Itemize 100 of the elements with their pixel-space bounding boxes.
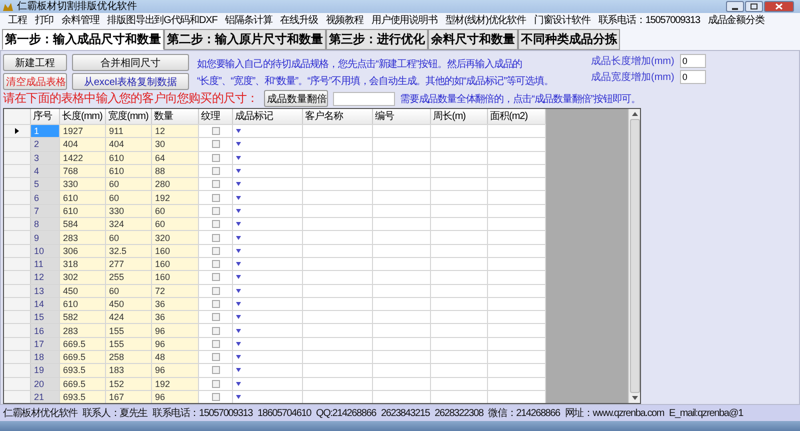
table-cell: 160 [152,271,199,284]
column-header[interactable]: 编号 [373,109,431,124]
checkbox[interactable] [212,180,220,188]
checkbox[interactable] [212,340,220,348]
dropdown-icon[interactable] [236,222,241,226]
checkbox[interactable] [212,246,220,255]
menu-item[interactable]: 型材(线材)优化软件 [445,13,526,27]
column-header[interactable]: 宽度(mm) [106,109,152,124]
instruction-text: “长度”、“宽度”、和“数量”。“序号”不用填，会自动生成。其他的如“成品标记”等可选填。 [197,74,554,88]
menu-item[interactable]: 在线升级 [280,13,318,27]
dropdown-icon[interactable] [236,315,241,320]
checkbox[interactable] [212,234,220,242]
table-cell: 258 [106,351,152,364]
table-cell: 280 [152,178,199,190]
input-field[interactable]: 0 [680,70,706,84]
menu-item[interactable]: 用户使用说明书 [371,13,438,27]
column-header[interactable]: 周长(m) [431,109,488,124]
column-header[interactable]: 数量 [152,109,199,124]
dropdown-icon[interactable] [236,196,241,200]
status-text: 联系人：夏先生 [82,406,148,420]
dropdown-icon[interactable] [236,342,241,346]
maximize-button[interactable] [745,1,763,12]
dropdown-icon[interactable] [236,368,241,372]
scrollbar-thumb[interactable] [630,119,640,393]
table-cell: 60 [106,284,152,297]
minimize-button[interactable] [726,1,744,12]
dropdown-icon[interactable] [236,275,241,280]
column-header[interactable]: 纹理 [199,109,233,124]
menu-item[interactable]: 门窗设计软件 [534,13,590,27]
dropdown-icon[interactable] [236,208,241,213]
input-field[interactable] [333,92,395,106]
column-header[interactable]: 客户名称 [303,109,373,124]
table-cell: 19 [31,364,60,377]
dropdown-icon[interactable] [236,142,241,146]
table-cell: 4 [31,164,60,178]
dropdown-icon[interactable] [236,248,241,253]
table-cell: 610 [60,298,106,310]
dropdown-icon[interactable] [236,302,241,306]
dropdown-icon[interactable] [236,382,241,386]
toolbar-button[interactable]: 从excel表格复制数据 [72,73,189,90]
checkbox[interactable] [212,194,220,202]
dropdown-icon[interactable] [236,169,241,174]
step-tab[interactable]: 第一步：输入成品尺寸和数量 [2,29,164,50]
input-field[interactable]: 0 [680,54,706,68]
menu-item[interactable]: 余料管理 [62,13,100,27]
menu-item[interactable]: 视频教程 [326,13,364,27]
status-text: QQ:214268866 [316,408,376,418]
table-cell: 36 [152,311,199,324]
column-header[interactable]: 成品标记 [233,109,303,124]
dropdown-icon[interactable] [236,129,241,134]
double-quantity-button[interactable]: 成品数量翻倍 [264,90,328,107]
column-header[interactable]: 长度(mm) [60,109,106,124]
menu-item[interactable]: 排版图导出到G代码和DXF [107,13,218,27]
checkbox[interactable] [212,260,220,268]
checkbox[interactable] [212,220,220,228]
table-cell: 60 [152,218,199,230]
dropdown-icon[interactable] [236,288,241,293]
checkbox[interactable] [212,393,220,402]
checkbox[interactable] [212,206,220,215]
checkbox[interactable] [212,300,220,308]
scrollbar[interactable] [628,109,640,403]
step-tab[interactable]: 第三步：进行优化 [326,29,428,50]
menu-item[interactable]: 打印 [34,13,54,27]
checkbox[interactable] [212,286,220,295]
checkbox[interactable] [212,326,220,335]
menu-item[interactable]: 成品金额分类 [708,13,764,27]
dropdown-icon[interactable] [236,328,241,333]
dropdown-icon[interactable] [236,236,241,240]
menu-item[interactable]: 铝隔条计算 [225,13,272,27]
column-header[interactable]: 序号 [31,109,60,124]
toolbar-button[interactable]: 清空成品表格 [3,73,67,90]
table-cell: 450 [60,284,106,297]
checkbox[interactable] [212,380,220,388]
checkbox[interactable] [212,273,220,282]
checkbox[interactable] [212,366,220,374]
menu-item[interactable]: 联系电话：15057009313 [598,13,700,27]
row-header[interactable] [4,125,31,138]
dropdown-icon[interactable] [236,262,241,266]
dropdown-icon[interactable] [236,156,241,160]
close-button[interactable] [764,1,794,12]
menu-item[interactable]: 工程 [8,13,27,27]
toolbar-button[interactable]: 新建工程 [3,54,67,71]
step-tab[interactable]: 第二步：输入原片尺寸和数量 [164,29,326,50]
table-cell: 96 [152,338,199,350]
table-cell: 10 [31,244,60,257]
checkbox[interactable] [212,154,220,162]
checkbox[interactable] [212,140,220,148]
step-tab[interactable]: 余料尺寸和数量 [428,29,518,50]
checkbox[interactable] [212,167,220,176]
table-cell: 16 [31,324,60,337]
checkbox[interactable] [212,353,220,362]
dropdown-icon[interactable] [236,395,241,400]
table-cell: 20 [31,378,60,390]
step-tab[interactable]: 不同种类成品分拣 [518,29,620,50]
checkbox[interactable] [212,313,220,322]
table-cell: 283 [60,324,106,337]
checkbox[interactable] [212,127,220,136]
toolbar-button[interactable]: 合并相同尺寸 [72,54,189,71]
dropdown-icon[interactable] [236,182,241,186]
dropdown-icon[interactable] [236,355,241,360]
